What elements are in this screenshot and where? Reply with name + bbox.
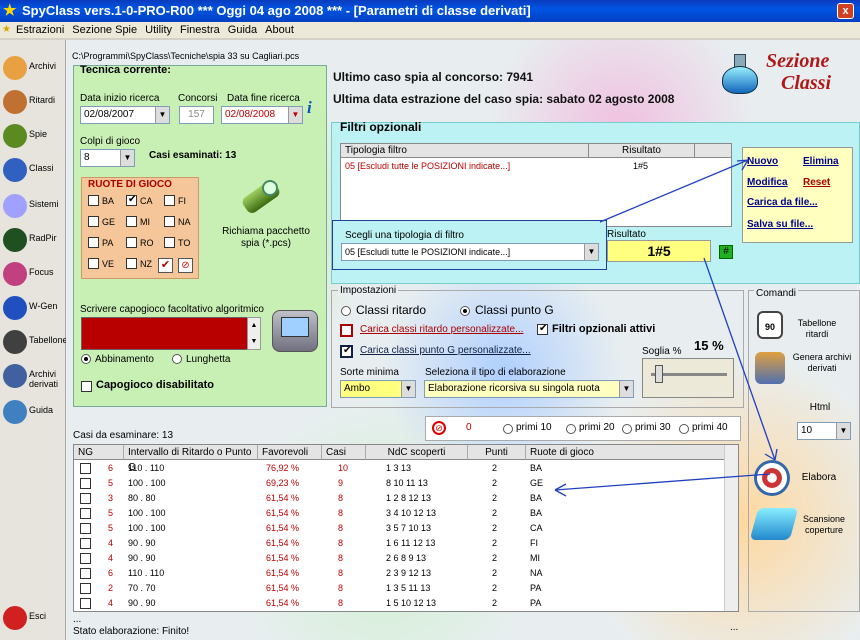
status-text: Stato elaborazione: Finito! (73, 626, 190, 637)
status-dots: ... (73, 614, 82, 625)
status-dots-right: ... (730, 622, 739, 633)
annotation-arrows (554, 159, 778, 497)
